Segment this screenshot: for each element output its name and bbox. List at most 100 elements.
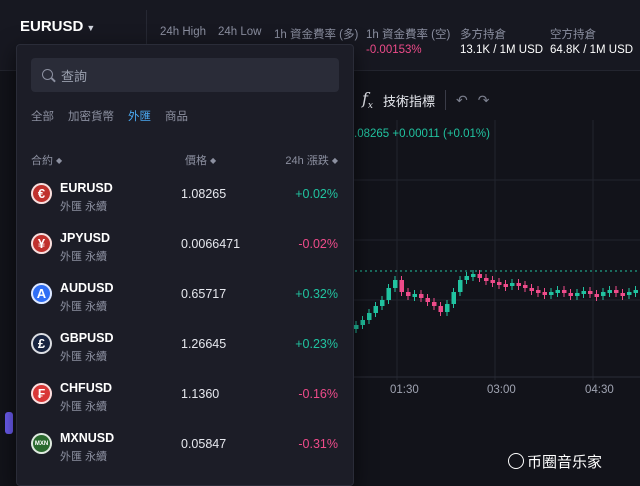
candle	[484, 278, 489, 281]
market-row[interactable]: MXN MXNUSD 外匯 永續 0.05847 -0.31%	[17, 425, 353, 475]
coin-glyph: MXN	[34, 440, 49, 447]
undo-icon[interactable]: ↶	[456, 92, 468, 109]
market-row[interactable]: ¥ JPYUSD 外匯 永續 0.0066471 -0.02%	[17, 225, 353, 275]
stat-label: 24h Low	[218, 26, 262, 38]
tab-all[interactable]: 全部	[31, 108, 54, 124]
market-symbol: CHFUSD	[60, 381, 113, 395]
yen-icon: ¥	[31, 233, 52, 254]
candle	[393, 280, 398, 288]
stat-label: 1h 資金費率 (空)	[366, 29, 451, 41]
market-row[interactable]: £ GBPUSD 外匯 永續 1.26645 +0.23%	[17, 325, 353, 375]
aud-icon: A	[31, 283, 52, 304]
candle	[367, 313, 372, 320]
franc-icon: ₣	[31, 383, 52, 404]
column-header-contract[interactable]: 合約 ◆	[31, 152, 62, 168]
stat-short-open-interest: 空方持倉 64.8K / 1M USD	[550, 26, 633, 56]
coin-glyph: A	[36, 286, 47, 301]
market-symbol: GBPUSD	[60, 331, 114, 345]
candlestick-chart	[350, 120, 640, 380]
redo-icon[interactable]: ↷	[478, 92, 490, 109]
candle	[419, 294, 424, 298]
pound-icon: £	[31, 333, 52, 354]
market-price: 0.05847	[181, 437, 227, 451]
search-input[interactable]	[59, 58, 333, 94]
stat-funding-long: 1h 資金費率 (多)	[274, 26, 358, 42]
market-type: 外匯 永續	[60, 351, 108, 363]
candle	[549, 292, 554, 295]
indicators-button[interactable]: 技術指標	[383, 91, 435, 110]
candle	[425, 298, 430, 302]
candle	[607, 290, 612, 293]
candle	[633, 290, 638, 293]
chart-toolbar: fx 技術指標 ↶ ↷	[362, 88, 489, 112]
candle	[581, 291, 586, 294]
candle	[529, 288, 534, 291]
sort-icon: ◆	[56, 156, 63, 165]
market-price: 1.1360	[181, 387, 220, 401]
caret-down-icon: ▼	[86, 23, 96, 33]
function-icon[interactable]: fx	[362, 89, 373, 111]
time-axis-label: 04:30	[585, 384, 614, 396]
sort-icon: ◆	[210, 156, 217, 165]
candle	[471, 274, 476, 277]
market-selector-dropdown: 全部 加密貨幣 外匯 商品 合約◆ 價格◆ 24h 漲跌◆ €EURUSD外匯 …	[16, 44, 354, 486]
candle	[360, 320, 365, 325]
candle	[477, 274, 482, 278]
candle	[614, 290, 619, 293]
market-type: 外匯 永續	[60, 301, 108, 313]
candle	[555, 290, 560, 293]
market-symbol: EURUSD	[60, 181, 113, 195]
column-label: 合約	[31, 155, 53, 167]
candle	[432, 302, 437, 306]
collapse-handle[interactable]	[5, 412, 13, 434]
coin-glyph: £	[37, 336, 46, 351]
stat-24h-high: 24h High	[160, 26, 206, 38]
market-row[interactable]: A AUDUSD 外匯 永續 0.65717 +0.32%	[17, 275, 353, 325]
euro-icon: €	[31, 183, 52, 204]
ohlc-ticker: .08265 +0.00011 (+0.01%)	[354, 128, 490, 140]
market-change: +0.32%	[295, 287, 338, 301]
candle	[536, 290, 541, 293]
column-label: 24h 漲跌	[285, 155, 329, 167]
market-price: 1.08265	[181, 187, 227, 201]
market-row[interactable]: € EURUSD 外匯 永續 1.08265 +0.02%	[17, 175, 353, 225]
sort-icon: ◆	[331, 156, 338, 165]
market-price: 0.65717	[181, 287, 227, 301]
market-row[interactable]: ₣ CHFUSD 外匯 永續 1.1360 -0.16%	[17, 375, 353, 425]
stat-label: 空方持倉	[550, 29, 596, 41]
stat-long-open-interest: 多方持倉 13.1K / 1M USD	[460, 26, 543, 56]
search-icon	[42, 69, 53, 80]
market-price: 0.0066471	[181, 237, 241, 251]
market-price: 1.26645	[181, 337, 227, 351]
column-header-price[interactable]: 價格 ◆	[185, 152, 216, 168]
candle	[354, 325, 359, 329]
stat-value: -0.00153%	[366, 44, 422, 56]
candle	[542, 292, 547, 295]
time-axis-label: 01:30	[390, 384, 419, 396]
search-box	[31, 58, 339, 94]
tab-forex[interactable]: 外匯	[128, 108, 151, 124]
candle	[568, 293, 573, 296]
candle	[399, 280, 404, 292]
candle	[451, 292, 456, 304]
pair-selector[interactable]: EURUSD ▼	[20, 18, 95, 35]
market-symbol: AUDUSD	[60, 281, 114, 295]
candle	[373, 306, 378, 313]
candle	[386, 288, 391, 300]
candle	[490, 280, 495, 283]
price-chart[interactable]: fx 技術指標 ↶ ↷ .08265 +0.00011 (+0.01%) 01:…	[350, 80, 640, 484]
tab-commodities[interactable]: 商品	[165, 108, 188, 124]
candle	[438, 306, 443, 312]
divider	[445, 90, 447, 110]
candle	[412, 294, 417, 297]
candle	[523, 285, 528, 288]
candle	[594, 294, 599, 297]
tab-crypto[interactable]: 加密貨幣	[68, 108, 114, 124]
left-panel-edge	[0, 80, 14, 434]
time-axis-label: 03:00	[487, 384, 516, 396]
column-header-change[interactable]: 24h 漲跌 ◆	[285, 152, 338, 168]
market-change: -0.16%	[298, 387, 338, 401]
column-label: 價格	[185, 155, 207, 167]
market-change: -0.31%	[298, 437, 338, 451]
candle	[620, 293, 625, 296]
